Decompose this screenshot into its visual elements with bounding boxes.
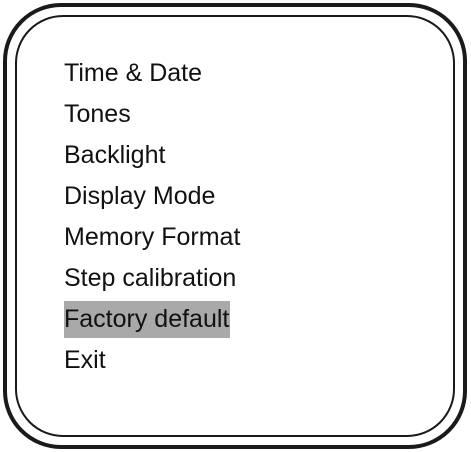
menu-item-label: Memory Format bbox=[64, 223, 241, 251]
menu-item-label: Exit bbox=[64, 346, 106, 374]
menu-item-step-calibration[interactable]: Step calibration bbox=[64, 260, 241, 301]
menu-item-memory-format[interactable]: Memory Format bbox=[64, 219, 241, 260]
menu-item-label: Factory default bbox=[64, 301, 231, 338]
menu-item-label: Step calibration bbox=[64, 264, 237, 292]
menu-item-tones[interactable]: Tones bbox=[64, 96, 241, 137]
menu-item-backlight[interactable]: Backlight bbox=[64, 137, 241, 178]
menu-item-factory-default[interactable]: Factory default bbox=[64, 301, 241, 342]
menu-item-label: Time & Date bbox=[64, 59, 203, 87]
menu-item-label: Backlight bbox=[64, 141, 166, 169]
menu-item-display-mode[interactable]: Display Mode bbox=[64, 178, 241, 219]
menu-item-time-date[interactable]: Time & Date bbox=[64, 55, 241, 96]
settings-menu: Time & Date Tones Backlight Display Mode… bbox=[64, 55, 241, 383]
menu-item-exit[interactable]: Exit bbox=[64, 342, 241, 383]
menu-item-label: Tones bbox=[64, 100, 131, 128]
menu-item-label: Display Mode bbox=[64, 182, 216, 210]
